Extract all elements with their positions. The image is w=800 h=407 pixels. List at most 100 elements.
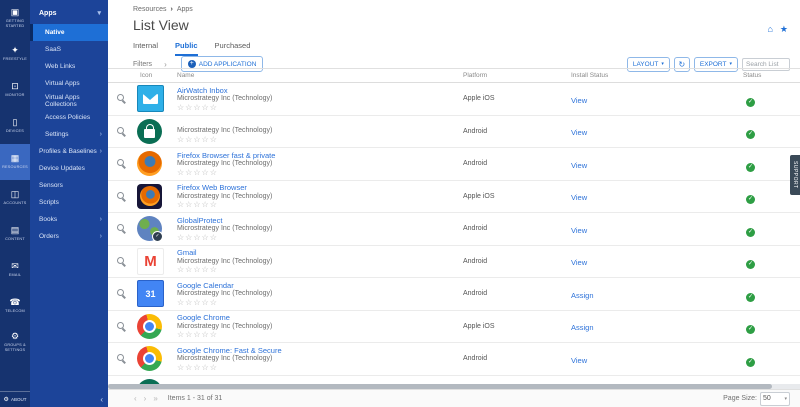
breadcrumb: Resources › Apps: [133, 6, 193, 13]
app-name-link[interactable]: AirWatch Inbox: [177, 86, 458, 95]
rail-item-label: MONITOR: [5, 93, 24, 98]
tab[interactable]: Internal: [133, 41, 158, 56]
chrome-icon: [137, 314, 162, 339]
row-magnifier-icon[interactable]: [115, 321, 126, 332]
row-magnifier-icon[interactable]: [115, 353, 126, 364]
nav-item[interactable]: Virtual Apps Collections: [30, 92, 108, 109]
nav-item[interactable]: Settings ›: [30, 126, 108, 143]
page-next-icon[interactable]: ›: [144, 394, 147, 403]
app-rating-stars: ☆☆☆☆☆: [177, 299, 458, 307]
app-rating-stars: ☆☆☆☆☆: [177, 364, 458, 372]
rail-item[interactable]: ☎ TELECOM: [0, 288, 30, 324]
page-prev-icon[interactable]: ‹: [134, 394, 137, 403]
app-platform: Apple iOS: [458, 323, 566, 330]
rail-item[interactable]: ✉ EMAIL: [0, 252, 30, 288]
about-button[interactable]: ⚙ ABOUT: [0, 391, 30, 407]
page-last-icon[interactable]: »: [153, 394, 157, 403]
row-magnifier-icon[interactable]: [115, 158, 126, 169]
table-row: Microstrategy Inc (Technology) ☆☆☆☆☆ And…: [108, 116, 800, 149]
row-magnifier-icon[interactable]: [115, 256, 126, 267]
app-name-link[interactable]: Google Calendar: [177, 281, 458, 290]
row-magnifier-icon[interactable]: [115, 191, 126, 202]
install-status-link[interactable]: View: [566, 193, 587, 202]
rail-item[interactable]: ▦ RESOURCES: [0, 144, 30, 180]
app-name-link[interactable]: Google Chrome: Fast & Secure: [177, 346, 458, 355]
rail-item[interactable]: ✦ FREESTYLE: [0, 36, 30, 72]
install-status-column-header[interactable]: Install Status: [566, 72, 738, 79]
chevron-down-icon: ▾: [729, 61, 732, 67]
app-rating-stars: ☆☆☆☆☆: [177, 169, 458, 177]
install-status-link[interactable]: Assign: [566, 323, 594, 332]
rail-item[interactable]: ▯ DEVICES: [0, 108, 30, 144]
page-size-control: Page Size: 50 ▾: [723, 392, 790, 406]
filters-toggle[interactable]: Filters: [133, 61, 152, 68]
platform-column-header[interactable]: Platform: [458, 72, 566, 79]
row-magnifier-icon[interactable]: [115, 93, 126, 104]
nav-section-apps[interactable]: Apps ▾: [30, 0, 108, 24]
nav-item[interactable]: Virtual Apps: [30, 75, 108, 92]
install-status-link[interactable]: View: [566, 96, 587, 105]
nav-item[interactable]: Profiles & Baselines ›: [30, 143, 108, 160]
tab[interactable]: Purchased: [215, 41, 251, 56]
status-column-header[interactable]: Status: [738, 72, 800, 79]
favorite-star-icon[interactable]: ★: [780, 24, 788, 35]
nav-item[interactable]: Device Updates: [30, 160, 108, 177]
breadcrumb-root[interactable]: Resources: [133, 6, 166, 13]
rail-item[interactable]: ▣ GETTING STARTED: [0, 0, 30, 36]
app-platform: Android: [458, 160, 566, 167]
primary-nav-rail: ▣ GETTING STARTED ✦ FREESTYLE ⊡ MONITOR …: [0, 0, 30, 407]
install-status-link[interactable]: Assign: [566, 291, 594, 300]
rail-item[interactable]: ⚙ GROUPS & SETTINGS: [0, 324, 30, 360]
tab-label: Internal: [133, 41, 158, 50]
rail-item[interactable]: ▤ CONTENT: [0, 216, 30, 252]
home-icon[interactable]: ⌂: [767, 24, 772, 35]
rail-item-icon: ☎: [9, 298, 20, 307]
app-platform: Android: [458, 258, 566, 265]
tab[interactable]: Public: [175, 41, 198, 56]
chevron-down-icon: ▾: [784, 396, 787, 402]
app-name-link[interactable]: [177, 118, 458, 127]
nav-item[interactable]: SaaS: [30, 41, 108, 58]
rail-item-icon: ▦: [11, 154, 20, 163]
install-status-link[interactable]: View: [566, 356, 587, 365]
app-name-link[interactable]: GlobalProtect: [177, 216, 458, 225]
nav-item[interactable]: Orders ›: [30, 228, 108, 245]
app-rating-stars: ☆☆☆☆☆: [177, 201, 458, 209]
icon-column-header[interactable]: Icon: [132, 72, 172, 79]
globalprotect-icon: [137, 216, 162, 241]
install-status-link[interactable]: View: [566, 128, 587, 137]
row-magnifier-icon[interactable]: [115, 223, 126, 234]
status-ok-icon: ✓: [746, 228, 755, 237]
name-column-header[interactable]: Name: [172, 72, 458, 79]
app-vendor: Microstrategy Inc (Technology): [177, 323, 458, 332]
install-status-link[interactable]: View: [566, 226, 587, 235]
install-status-link[interactable]: View: [566, 258, 587, 267]
nav-item[interactable]: Sensors: [30, 177, 108, 194]
breadcrumb-current[interactable]: Apps: [177, 6, 193, 13]
calendar-icon: [137, 280, 164, 307]
rail-item-label: DEVICES: [6, 129, 24, 134]
rail-item[interactable]: ⊡ MONITOR: [0, 72, 30, 108]
page-size-select[interactable]: 50 ▾: [760, 392, 790, 406]
rail-item[interactable]: ◫ ACCOUNTS: [0, 180, 30, 216]
app-list-table: Icon Name Platform Install Status Status…: [108, 68, 800, 384]
app-name-link[interactable]: Firefox Web Browser: [177, 183, 458, 192]
nav-item[interactable]: Scripts: [30, 194, 108, 211]
nav-item[interactable]: Books ›: [30, 211, 108, 228]
support-tab[interactable]: SUPPORT: [790, 155, 800, 195]
nav-item[interactable]: Web Links: [30, 58, 108, 75]
nav-item[interactable]: Access Policies: [30, 109, 108, 126]
page-size-value: 50: [763, 395, 771, 402]
nav-item-label: Settings: [45, 131, 69, 138]
install-status-link[interactable]: View: [566, 161, 587, 170]
panel-collapse-icon[interactable]: ‹: [100, 395, 103, 404]
app-vendor: Microstrategy Inc (Technology): [177, 95, 458, 104]
app-name-link[interactable]: Google Chrome: [177, 313, 458, 322]
nav-item[interactable]: Native: [30, 24, 108, 41]
app-name-link[interactable]: Gmail: [177, 248, 458, 257]
chevron-right-icon: ›: [100, 216, 102, 223]
row-magnifier-icon[interactable]: [115, 126, 126, 137]
secondary-nav-panel: Apps ▾ Native SaaS Web Links Virtual App…: [30, 0, 108, 407]
row-magnifier-icon[interactable]: [115, 288, 126, 299]
app-name-link[interactable]: Firefox Browser fast & private: [177, 151, 458, 160]
